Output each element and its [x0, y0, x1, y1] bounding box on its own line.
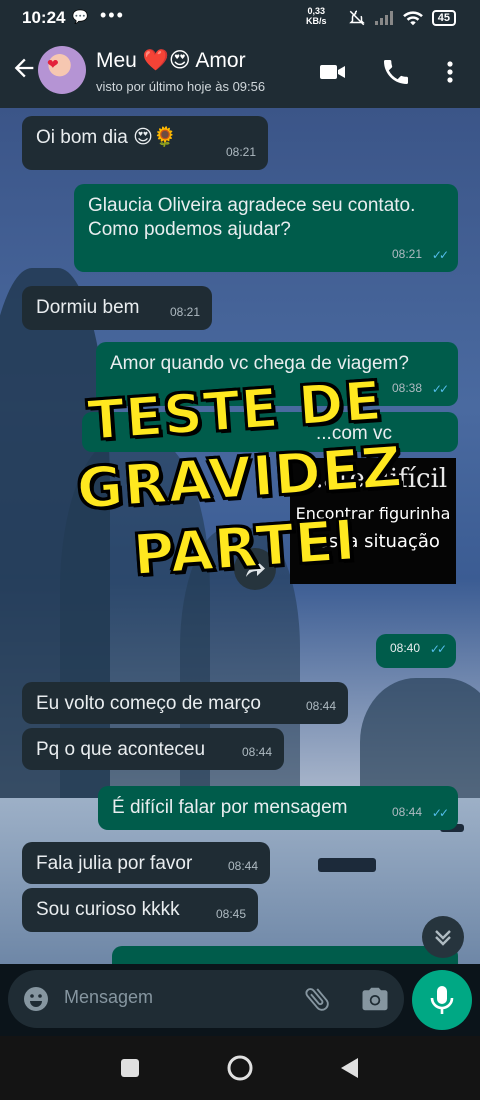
- attach-clip-icon[interactable]: [302, 984, 332, 1014]
- contact-name[interactable]: Meu ❤️😍 Amor: [96, 48, 246, 73]
- message-text: Dormiu bem: [36, 297, 140, 318]
- video-call-icon[interactable]: [316, 56, 348, 88]
- signal-icon: [374, 11, 393, 25]
- status-bar: 10:24 💬 ••• 0,33 KB/s 45: [0, 0, 480, 36]
- message-incoming[interactable]: Dormiu bem 08:21: [22, 286, 212, 330]
- message-time: 08:21: [169, 305, 200, 319]
- wallpaper-boat: [318, 858, 376, 872]
- mute-icon: [348, 10, 365, 26]
- read-ticks-icon: ✓✓: [431, 248, 449, 262]
- video-caption-overlay: TESTE DE GRAVIDEZ PARTEI: [0, 360, 480, 602]
- message-text: Fala julia por favor: [36, 853, 193, 874]
- scroll-to-bottom-button[interactable]: [422, 916, 464, 958]
- system-navigation-bar: [0, 1036, 480, 1100]
- message-outgoing[interactable]: É difícil falar por mensagem 08:44 ✓✓: [98, 786, 458, 830]
- message-text: Sou curioso kkkk: [36, 899, 180, 920]
- message-outgoing[interactable]: Glaucia Oliveira agradece seu contato. C…: [74, 184, 458, 272]
- message-text: É difícil falar por mensagem: [112, 797, 348, 818]
- message-input-container[interactable]: Mensagem: [8, 970, 404, 1028]
- message-time: 08:44: [391, 805, 422, 819]
- message-time: 08:44: [305, 699, 336, 713]
- message-time: 08:44: [241, 745, 272, 759]
- chat-notification-icon: 💬: [72, 9, 89, 24]
- message-text: Oi bom dia 😍🌻: [36, 127, 177, 148]
- network-speed: 0,33 KB/s: [306, 6, 327, 26]
- status-time: 10:24: [22, 8, 66, 27]
- message-text: Pq o que aconteceu: [36, 739, 206, 760]
- message-composer: Mensagem: [0, 964, 480, 1036]
- sticker-timestamp: 08:40 ✓✓: [376, 634, 456, 668]
- message-incoming[interactable]: Fala julia por favor 08:44: [22, 842, 270, 884]
- message-time: 08:21: [391, 247, 422, 261]
- microphone-icon: [430, 986, 454, 1014]
- read-ticks-icon: ✓✓: [429, 642, 447, 656]
- heart-icon: ❤: [47, 56, 59, 72]
- wifi-icon: [402, 11, 423, 26]
- avatar[interactable]: ❤: [38, 46, 86, 94]
- last-seen-status: visto por último hoje às 09:56: [96, 79, 266, 94]
- status-icons: 45: [348, 9, 456, 27]
- message-time: 08:44: [227, 859, 258, 873]
- voice-call-icon[interactable]: [380, 56, 412, 88]
- back-nav-icon[interactable]: [338, 1056, 360, 1080]
- chat-header: ❤ Meu ❤️😍 Amor visto por último hoje às …: [0, 36, 480, 108]
- read-ticks-icon: ✓✓: [431, 806, 449, 820]
- message-incoming[interactable]: Eu volto começo de março 08:44: [22, 682, 348, 724]
- more-options-icon[interactable]: [434, 56, 466, 88]
- message-input[interactable]: Mensagem: [64, 987, 153, 1008]
- chat-area[interactable]: Oi bom dia 😍🌻 08:21 Glaucia Oliveira agr…: [0, 108, 480, 964]
- message-incoming[interactable]: Pq o que aconteceu 08:44: [22, 728, 284, 770]
- more-notifications-icon: •••: [100, 5, 125, 25]
- message-incoming[interactable]: Oi bom dia 😍🌻 08:21: [22, 116, 268, 170]
- recent-apps-icon[interactable]: [120, 1058, 140, 1078]
- message-text: Eu volto começo de março: [36, 693, 261, 714]
- emoji-icon[interactable]: [22, 985, 50, 1013]
- back-arrow-icon[interactable]: [10, 54, 38, 82]
- double-chevron-down-icon: [435, 930, 451, 946]
- network-speed-unit: KB/s: [306, 16, 327, 26]
- message-incoming[interactable]: Sou curioso kkkk 08:45: [22, 888, 258, 932]
- message-outgoing-partial[interactable]: [112, 946, 458, 964]
- voice-message-button[interactable]: [412, 970, 472, 1030]
- home-icon[interactable]: [226, 1054, 254, 1082]
- camera-icon[interactable]: [360, 984, 390, 1014]
- message-time: 08:40: [389, 641, 420, 655]
- message-time: 08:21: [225, 145, 256, 159]
- network-speed-value: 0,33: [307, 6, 326, 16]
- message-text: Glaucia Oliveira agradece seu contato. C…: [88, 195, 416, 240]
- message-time: 08:45: [215, 907, 246, 921]
- battery-icon: 45: [431, 10, 456, 26]
